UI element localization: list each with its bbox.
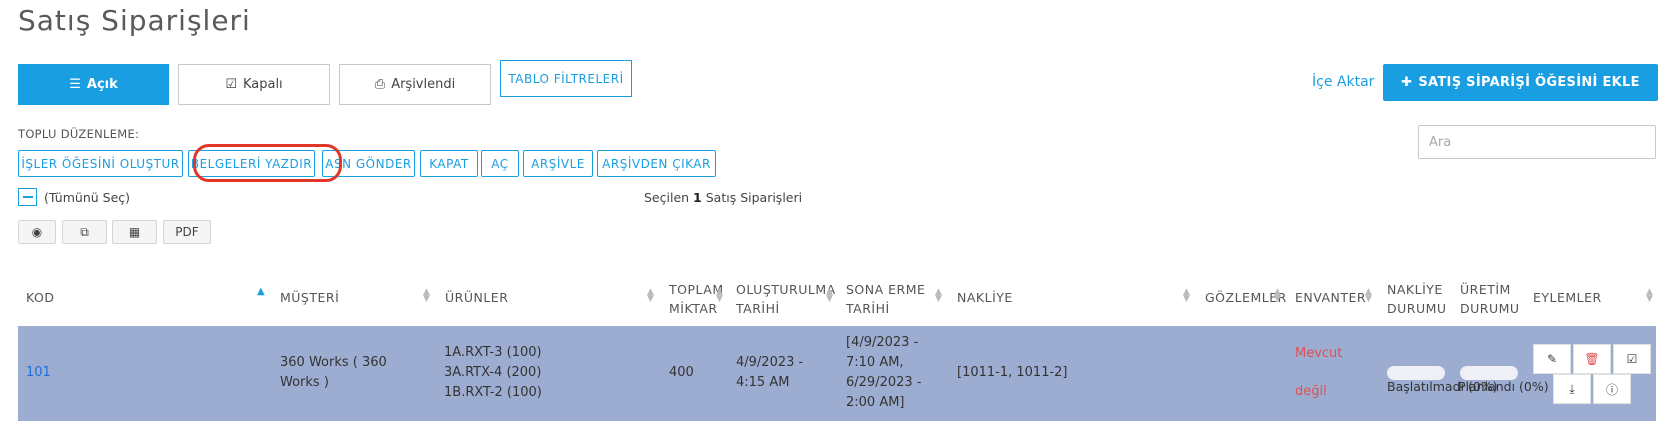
info-icon: ⓘ [1605, 382, 1618, 397]
col-header-line: TARİHİ [736, 301, 780, 316]
sort-icon[interactable]: ▲ ▼ [1646, 288, 1653, 304]
customer-cell: 360 Works ( 360 Works ) [280, 355, 387, 390]
inventory-line: değil [1295, 384, 1327, 399]
copy-icon: ⧉ [80, 224, 89, 239]
list-icon: ☰ [69, 77, 81, 92]
col-header-production-status[interactable]: ÜRETİM DURUMU [1460, 280, 1520, 318]
tab-archived[interactable]: ⎙ Arşivlendi [339, 64, 491, 105]
expiry-line: 2:00 AM] [846, 395, 905, 410]
plus-icon: ✚ [1401, 75, 1413, 90]
sort-icon[interactable]: ▲ ▼ [1274, 288, 1281, 304]
table-filters-button[interactable]: TABLO FİLTRELERİ [500, 60, 632, 97]
create-job-button[interactable]: İŞLER ÖĞESİNİ OLUŞTUR [18, 150, 183, 177]
import-link[interactable]: İçe Aktar [1312, 74, 1374, 90]
sort-icon[interactable]: ▲ ▼ [423, 288, 430, 304]
search-input[interactable] [1418, 125, 1656, 159]
download-icon: ⤓ [1569, 381, 1575, 396]
archive-button[interactable]: ARŞİVLE [523, 150, 593, 177]
pdf-button[interactable]: PDF [163, 220, 211, 244]
selection-prefix: Seçilen [644, 190, 690, 205]
col-header-line: SONA ERME [846, 282, 926, 297]
check-square-icon: ☑ [1626, 352, 1638, 366]
sort-icon[interactable]: ▲ ▼ [647, 288, 654, 304]
product-item: 1B.RXT-2 (100) [444, 385, 542, 400]
expiry-line: [4/9/2023 - [846, 335, 919, 350]
tab-open-label: Açık [86, 77, 118, 92]
col-header-shipping-status[interactable]: NAKLİYE DURUMU [1387, 280, 1447, 318]
expiry-line: 6/29/2023 - [846, 375, 922, 390]
expiry-line: 7:10 AM, [846, 355, 904, 370]
col-header-line: ÜRETİM [1460, 282, 1511, 297]
inventory-cell: Mevcut değil [1295, 344, 1342, 402]
col-header-customer[interactable]: MÜŞTERİ [280, 288, 339, 307]
col-header-shipping[interactable]: NAKLİYE [957, 288, 1013, 307]
selection-suffix: Satış Siparişleri [705, 190, 803, 205]
product-item: 3A.RTX-4 (200) [444, 365, 542, 380]
tab-closed-label: Kapalı [242, 77, 283, 92]
col-header-line: TARİHİ [846, 301, 890, 316]
table-icon: ▦ [128, 225, 141, 239]
tab-closed[interactable]: ☑ Kapalı [178, 64, 330, 105]
shipping-cell: [1011-1, 1011-2] [957, 365, 1068, 380]
trash-icon: 🗑 [1584, 352, 1600, 366]
products-cell: 1A.RXT-3 (100) 3A.RTX-4 (200) 1B.RXT-2 (… [444, 343, 542, 403]
approve-button[interactable]: ☑ [1613, 344, 1651, 374]
table-view-button[interactable]: ▦ [112, 220, 157, 244]
unarchive-button[interactable]: ARŞİVDEN ÇIKAR [597, 150, 716, 177]
col-header-inventory[interactable]: ENVANTER [1295, 288, 1366, 307]
table-filters-label: TABLO FİLTRELERİ [508, 71, 624, 86]
production-status-cell: Planlandı (0%) [1458, 379, 1549, 394]
selection-count: 1 [693, 190, 702, 205]
sort-icon[interactable]: ▲ ▼ [1183, 288, 1190, 304]
delete-button[interactable]: 🗑 [1573, 344, 1611, 374]
selection-summary: Seçilen 1 Satış Siparişleri [644, 190, 802, 205]
view-button[interactable]: ◉ [18, 220, 56, 244]
select-all-label: (Tümünü Seç) [44, 190, 131, 205]
product-item: 1A.RXT-3 (100) [444, 345, 542, 360]
col-header-expiry[interactable]: SONA ERME TARİHİ [846, 280, 925, 318]
sort-icon[interactable]: ▲ ▼ [1365, 288, 1372, 304]
inbox-icon: ⎙ [374, 77, 386, 92]
col-header-line: NAKLİYE [1387, 282, 1443, 297]
select-all-checkbox[interactable] [18, 188, 37, 206]
info-button[interactable]: ⓘ [1593, 374, 1631, 404]
expiry-cell: [4/9/2023 - 7:10 AM, 6/29/2023 - 2:00 AM… [846, 333, 921, 413]
col-header-line: DURUMU [1387, 301, 1447, 316]
created-cell: 4/9/2023 - 4:15 AM [736, 355, 804, 390]
page-title: Satış Siparişleri [18, 4, 251, 37]
sort-asc-icon[interactable]: ▲ [257, 287, 265, 297]
close-button[interactable]: KAPAT [420, 150, 478, 177]
col-header-line: OLUŞTURULMA [736, 282, 836, 297]
eye-icon: ◉ [31, 225, 43, 239]
col-header-code[interactable]: KOD [26, 288, 54, 307]
sort-icon[interactable]: ▲ ▼ [716, 288, 723, 304]
tab-open[interactable]: ☰ Açık [18, 64, 169, 105]
highlight-ring [193, 144, 342, 182]
add-sales-order-button[interactable]: ✚ SATIŞ SİPARİŞİ ÖĞESİNİ EKLE [1383, 64, 1658, 101]
sort-icon[interactable]: ▲ ▼ [935, 288, 942, 304]
total-qty-cell: 400 [669, 365, 694, 380]
check-square-icon: ☑ [225, 77, 237, 92]
col-header-actions: EYLEMLER [1533, 290, 1602, 305]
add-sales-order-label: SATIŞ SİPARİŞİ ÖĞESİNİ EKLE [1418, 75, 1640, 90]
col-header-created[interactable]: OLUŞTURULMA TARİHİ [736, 280, 836, 318]
order-code-link[interactable]: 101 [26, 363, 51, 383]
copy-button[interactable]: ⧉ [62, 220, 107, 244]
bulk-edit-label: TOPLU DÜZENLEME: [18, 127, 140, 141]
edit-icon: ✎ [1546, 352, 1558, 366]
col-header-products[interactable]: ÜRÜNLER [445, 288, 508, 307]
edit-button[interactable]: ✎ [1533, 344, 1571, 374]
download-button[interactable]: ⤓ [1553, 374, 1591, 404]
col-header-line: DURUMU [1460, 301, 1520, 316]
tab-archived-label: Arşivlendi [391, 77, 456, 92]
inventory-line: Mevcut [1295, 346, 1343, 361]
sort-icon[interactable]: ▲ ▼ [826, 288, 833, 304]
open-button[interactable]: AÇ [481, 150, 519, 177]
minus-icon [22, 196, 33, 198]
